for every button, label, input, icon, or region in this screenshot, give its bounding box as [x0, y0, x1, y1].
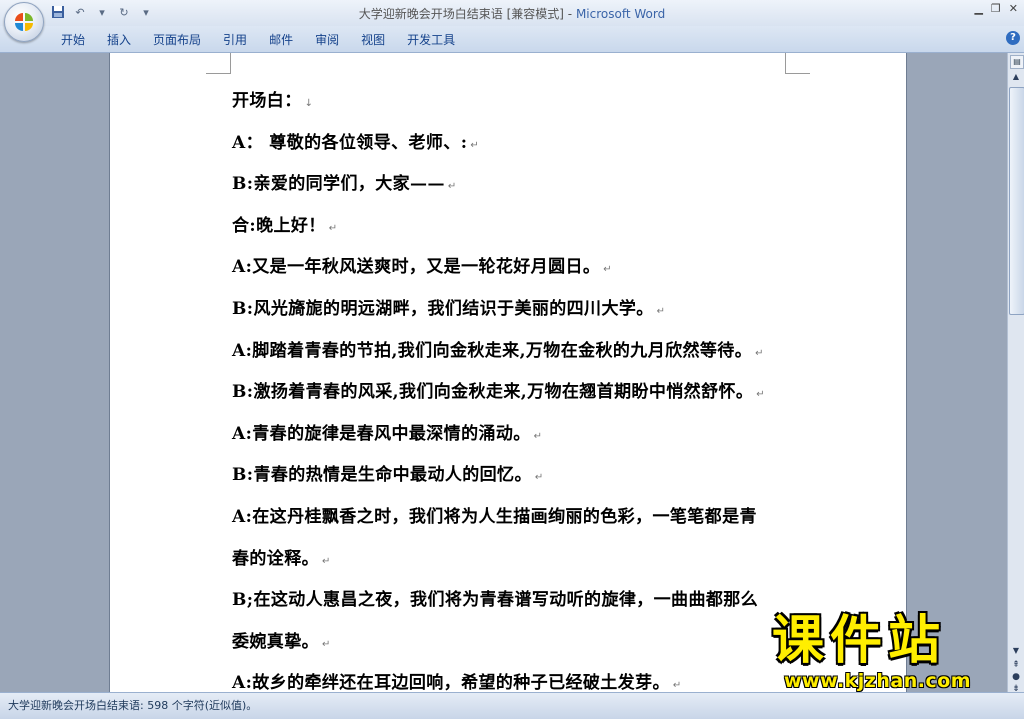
paragraph-text: A:脚踏着青春的节拍,我们向金秋走来,万物在金秋的九月欣然等待。 — [232, 340, 753, 361]
paragraph-mark: ↵ — [447, 181, 457, 193]
office-button[interactable] — [4, 2, 44, 42]
ribbon-tab-bar: 开始 插入 页面布局 引用 邮件 审阅 视图 开发工具 ? — [0, 26, 1024, 53]
paragraph-text: A： 尊敬的各位领导、老师、: — [232, 132, 468, 153]
tab-page-layout[interactable]: 页面布局 — [142, 30, 212, 50]
margin-corner-top-right — [785, 53, 810, 74]
paragraph-text: 春的诠释。 — [232, 548, 319, 569]
paragraph: 开场白： ↓ — [232, 81, 802, 123]
paragraph: A:青春的旋律是春风中最深情的涌动。 ↵ — [232, 414, 802, 456]
window-controls: ▁ ❐ ✕ — [974, 2, 1018, 15]
paragraph: B:青春的热情是生命中最动人的回忆。 ↵ — [232, 455, 802, 497]
view-ruler-icon[interactable]: ▤ — [1010, 55, 1024, 69]
paragraph: B:亲爱的同学们，大家—— ↵ — [232, 164, 802, 206]
help-icon[interactable]: ? — [1006, 31, 1020, 45]
paragraph: 合:晚上好！ ↵ — [232, 206, 802, 248]
paragraph-text: A:又是一年秋风送爽时，又是一轮花好月圆日。 — [232, 257, 601, 278]
minimize-icon[interactable]: ▁ — [974, 2, 982, 15]
paragraph: B:风光旖旎的明远湖畔，我们结识于美丽的四川大学。 ↵ — [232, 289, 802, 331]
title-separator: - — [563, 7, 576, 21]
document-body[interactable]: 开场白： ↓ A： 尊敬的各位领导、老师、: ↵ B:亲爱的同学们，大家—— ↵ 合:… — [232, 81, 802, 692]
paragraph: 委婉真挚。 ↵ — [232, 622, 802, 664]
paragraph-mark: ↵ — [328, 222, 338, 234]
paragraph: A:又是一年秋风送爽时，又是一轮花好月圆日。 ↵ — [232, 247, 802, 289]
document-page[interactable]: 开场白： ↓ A： 尊敬的各位领导、老师、: ↵ B:亲爱的同学们，大家—— ↵ 合:… — [109, 53, 907, 692]
paragraph: B;在这动人惠昌之夜，我们将为青春谱写动听的旋律，一曲曲都那么 — [232, 580, 802, 622]
watermark-logo: 课件站 www.kjzhan.com — [770, 612, 1010, 692]
paragraph-mark: ↵ — [534, 472, 544, 484]
watermark-title: 课件站 — [772, 611, 947, 671]
paragraph-mark: ↵ — [672, 680, 682, 692]
tab-view[interactable]: 视图 — [350, 30, 396, 50]
paragraph-text: 开场白： — [232, 91, 302, 111]
tab-review[interactable]: 审阅 — [304, 30, 350, 50]
margin-corner-top-left — [206, 53, 231, 74]
paragraph-mark: ↵ — [755, 347, 764, 359]
paragraph-text: A:故乡的牵绊还在耳边回响，希望的种子已经破土发芽。 — [232, 673, 670, 692]
line-break-mark: ↓ — [304, 98, 314, 109]
paragraph-mark: ↵ — [322, 555, 331, 567]
paragraph-text: B:风光旖旎的明远湖畔，我们结识于美丽的四川大学。 — [232, 298, 654, 319]
paragraph-mark: ↵ — [656, 305, 666, 317]
browse-object-icon[interactable]: ● — [1010, 671, 1022, 683]
document-name: 大学迎新晚会开场白结束语 [兼容模式] — [358, 7, 564, 21]
paragraph: 春的诠释。 ↵ — [232, 539, 802, 581]
tab-home[interactable]: 开始 — [50, 30, 96, 50]
ribbon-tabs: 开始 插入 页面布局 引用 邮件 审阅 视图 开发工具 — [50, 30, 466, 50]
paragraph-mark: ↵ — [470, 139, 480, 151]
scroll-down-arrow-icon[interactable]: ▼ — [1010, 645, 1022, 657]
paragraph: B:激扬着青春的风采,我们向金秋走来,万物在翘首期盼中悄然舒怀。 ↵ — [232, 372, 802, 414]
paragraph-mark: ↵ — [603, 264, 613, 276]
paragraph-text: B:青春的热情是生命中最动人的回忆。 — [232, 465, 532, 486]
document-workspace: 开场白： ↓ A： 尊敬的各位领导、老师、: ↵ B:亲爱的同学们，大家—— ↵ 合:… — [0, 53, 1007, 692]
restore-icon[interactable]: ❐ — [991, 2, 1001, 15]
paragraph-text: B;在这动人惠昌之夜，我们将为青春谱写动听的旋律，一曲曲都那么 — [232, 590, 759, 611]
paragraph: A： 尊敬的各位领导、老师、: ↵ — [232, 123, 802, 165]
status-text: 大学迎新晚会开场白结束语: 598 个字符(近似值)。 — [8, 699, 258, 712]
paragraph-mark: ↵ — [533, 430, 543, 442]
close-icon[interactable]: ✕ — [1009, 2, 1018, 15]
vertical-scrollbar[interactable]: ▤ ▲ ▼ ⇞ ● ⇟ — [1007, 53, 1024, 694]
paragraph: A:在这丹桂飘香之时，我们将为人生描画绚丽的色彩，一笔笔都是青 — [232, 497, 802, 539]
paragraph-text: B:亲爱的同学们，大家—— — [232, 174, 445, 195]
paragraph-text: B:激扬着青春的风采,我们向金秋走来,万物在翘首期盼中悄然舒怀。 — [232, 382, 754, 403]
window-title: 大学迎新晚会开场白结束语 [兼容模式] - Microsoft Word — [0, 5, 1024, 22]
scrollbar-thumb[interactable] — [1009, 87, 1024, 315]
scroll-up-arrow-icon[interactable]: ▲ — [1010, 71, 1022, 83]
paragraph-mark: ↵ — [756, 389, 766, 401]
office-logo-icon — [15, 13, 33, 31]
previous-page-icon[interactable]: ⇞ — [1010, 659, 1022, 671]
title-bar: ↶ ▾ ↻ ▾ 大学迎新晚会开场白结束语 [兼容模式] - Microsoft … — [0, 0, 1024, 26]
status-bar: 大学迎新晚会开场白结束语: 598 个字符(近似值)。 — [0, 692, 1024, 719]
paragraph-text: 合:晚上好！ — [232, 215, 326, 236]
tab-insert[interactable]: 插入 — [96, 30, 142, 50]
tab-references[interactable]: 引用 — [212, 30, 258, 50]
paragraph-mark: ↵ — [322, 638, 331, 650]
tab-mailings[interactable]: 邮件 — [258, 30, 304, 50]
paragraph: A:故乡的牵绊还在耳边回响，希望的种子已经破土发芽。 ↵ — [232, 663, 802, 692]
paragraph-text: 委婉真挚。 — [232, 631, 319, 652]
paragraph-text: A:在这丹桂飘香之时，我们将为人生描画绚丽的色彩，一笔笔都是青 — [232, 506, 757, 527]
tab-developer[interactable]: 开发工具 — [396, 30, 466, 50]
watermark-url: www.kjzhan.com — [784, 670, 972, 692]
paragraph-text: A:青春的旋律是春风中最深情的涌动。 — [232, 423, 531, 444]
application-name: Microsoft Word — [575, 7, 666, 21]
paragraph: A:脚踏着青春的节拍,我们向金秋走来,万物在金秋的九月欣然等待。 ↵ — [232, 331, 802, 373]
